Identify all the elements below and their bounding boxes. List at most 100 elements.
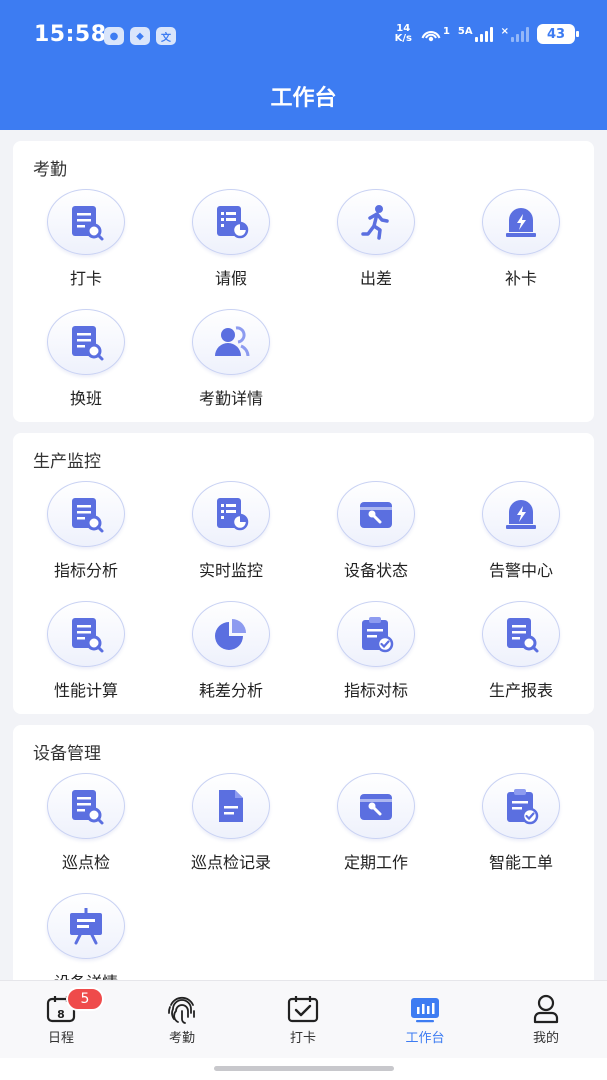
grid-item-list-chart[interactable]: 实时监控 xyxy=(161,481,301,581)
grid-item-report-search[interactable]: 性能计算 xyxy=(16,601,156,701)
grid-item-report-search[interactable]: 换班 xyxy=(16,309,156,409)
tab-schedule[interactable]: 8 5 日程 xyxy=(16,987,106,1046)
sim2-mark: × xyxy=(500,26,509,37)
tab-workbench[interactable]: 工作台 xyxy=(380,993,470,1046)
grid-item-document[interactable]: 巡点检记录 xyxy=(161,773,301,873)
section-production-monitoring: 生产监控 指标分析 实时监控 设备状态 告警中心性能计算 耗差分析 指标对标 生产报表 xyxy=(13,433,594,714)
grid-item-label: 打卡 xyxy=(69,269,102,288)
users-icon xyxy=(192,309,270,375)
document-icon xyxy=(192,773,270,839)
section-attendance: 考勤 打卡 请假 出差 补卡换班 考勤详情 xyxy=(13,141,594,422)
grid-item-pie-chart[interactable]: 耗差分析 xyxy=(161,601,301,701)
hotspot-icon xyxy=(421,31,441,42)
network-speed: 14 K/s xyxy=(395,24,412,44)
section-title: 考勤 xyxy=(33,160,67,180)
app-notification-icon: ◆ xyxy=(130,27,150,45)
grid-item-report-search[interactable]: 指标分析 xyxy=(16,481,156,581)
tab-label: 考勤 xyxy=(168,1031,195,1046)
report-search-icon xyxy=(47,481,125,547)
tab-label: 我的 xyxy=(532,1031,559,1046)
grid-item-label: 告警中心 xyxy=(488,561,553,580)
unread-badge: 5 xyxy=(66,987,104,1011)
home-indicator[interactable] xyxy=(214,1066,394,1071)
grid-item-toolbox-wrench[interactable]: 设备状态 xyxy=(306,481,446,581)
grid-item-report-search[interactable]: 生产报表 xyxy=(451,601,591,701)
grid-item-label: 耗差分析 xyxy=(198,681,263,700)
tab-clock-in[interactable]: 打卡 xyxy=(258,993,348,1046)
report-search-icon xyxy=(47,601,125,667)
calendar-day: 8 xyxy=(57,1008,65,1021)
section-title: 生产监控 xyxy=(33,452,101,472)
list-chart-icon xyxy=(192,481,270,547)
grid-item-label: 定期工作 xyxy=(343,853,408,872)
grid-item-label: 考勤详情 xyxy=(198,389,263,408)
dashboard-icon xyxy=(380,993,470,1025)
calendar-check-icon xyxy=(258,993,348,1025)
user-icon xyxy=(501,993,591,1025)
tab-label: 工作台 xyxy=(405,1031,445,1046)
grid-item-label: 指标分析 xyxy=(53,561,118,580)
hotspot-count: 1 xyxy=(442,26,450,37)
report-search-icon xyxy=(47,189,125,255)
alarm-lightning-icon xyxy=(482,481,560,547)
report-search-icon xyxy=(482,601,560,667)
status-bar: 15:58 ● ◆ 文 14 K/s 1 5A × 43 xyxy=(0,0,607,72)
bottom-tab-bar: 8 5 日程 考勤 打卡 工作台 我的 xyxy=(0,980,607,1058)
pie-chart-icon xyxy=(192,601,270,667)
network-type: 5A xyxy=(457,26,473,37)
message-notification-icon: ● xyxy=(104,27,124,45)
grid-item-running-person[interactable]: 出差 xyxy=(306,189,446,289)
sim1-signal: 5A xyxy=(458,26,493,42)
grid-item-alarm-lightning[interactable]: 补卡 xyxy=(451,189,591,289)
presentation-board-icon xyxy=(47,893,125,959)
grid-item-list-chart[interactable]: 请假 xyxy=(161,189,301,289)
app-header: 15:58 ● ◆ 文 14 K/s 1 5A × 43 工作台 xyxy=(0,0,607,130)
network-speed-unit: K/s xyxy=(394,33,412,44)
running-person-icon xyxy=(337,189,415,255)
grid-item-report-search[interactable]: 巡点检 xyxy=(16,773,156,873)
grid-item-alarm-lightning[interactable]: 告警中心 xyxy=(451,481,591,581)
section-title: 设备管理 xyxy=(33,744,101,764)
system-icons: 14 K/s 1 5A × 43 xyxy=(395,24,579,44)
report-search-icon xyxy=(47,773,125,839)
grid-item-label: 请假 xyxy=(214,269,247,288)
tab-attendance[interactable]: 考勤 xyxy=(137,993,227,1046)
signal-bars-icon xyxy=(474,26,493,42)
page-title: 工作台 xyxy=(270,86,337,111)
tab-label: 打卡 xyxy=(289,1031,316,1046)
grid-item-label: 出差 xyxy=(359,269,392,288)
grid-item-presentation-board[interactable]: 设备详情 xyxy=(16,893,156,993)
clipboard-check-icon xyxy=(337,601,415,667)
battery-icon: 43 xyxy=(537,24,579,44)
fingerprint-icon xyxy=(137,993,227,1025)
grid-item-label: 智能工单 xyxy=(488,853,553,872)
notification-icons: ● ◆ 文 xyxy=(104,27,176,45)
grid-item-label: 实时监控 xyxy=(198,561,263,580)
grid-item-label: 性能计算 xyxy=(53,681,118,700)
grid-item-clipboard-check[interactable]: 指标对标 xyxy=(306,601,446,701)
grid-item-report-search[interactable]: 打卡 xyxy=(16,189,156,289)
grid-item-label: 巡点检 xyxy=(61,853,110,872)
grid-item-label: 生产报表 xyxy=(488,681,553,700)
hotspot-indicator: 1 xyxy=(420,26,450,42)
translate-notification-icon: 文 xyxy=(156,27,176,45)
grid-item-label: 换班 xyxy=(69,389,102,408)
tab-mine[interactable]: 我的 xyxy=(501,993,591,1046)
report-search-icon xyxy=(47,309,125,375)
status-time: 15:58 xyxy=(34,22,107,47)
signal-bars-dim-icon xyxy=(511,26,529,42)
list-chart-icon xyxy=(192,189,270,255)
grid-item-toolbox-wrench[interactable]: 定期工作 xyxy=(306,773,446,873)
toolbox-wrench-icon xyxy=(337,481,415,547)
grid-item-label: 补卡 xyxy=(504,269,537,288)
toolbox-wrench-icon xyxy=(337,773,415,839)
grid-item-label: 指标对标 xyxy=(343,681,408,700)
grid-item-label: 巡点检记录 xyxy=(190,853,271,872)
grid-item-label: 设备状态 xyxy=(343,561,408,580)
grid-item-clipboard-check[interactable]: 智能工单 xyxy=(451,773,591,873)
grid-item-users[interactable]: 考勤详情 xyxy=(161,309,301,409)
sim2-signal: × xyxy=(501,26,529,42)
alarm-lightning-icon xyxy=(482,189,560,255)
tab-label: 日程 xyxy=(47,1031,74,1046)
clipboard-check-icon xyxy=(482,773,560,839)
